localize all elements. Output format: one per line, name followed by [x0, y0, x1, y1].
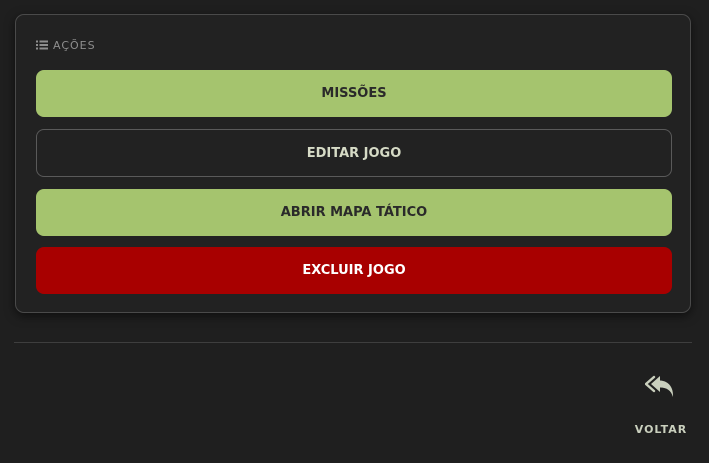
reply-all-icon: [645, 375, 674, 397]
missions-button[interactable]: MISSÕES: [36, 70, 672, 117]
edit-game-button[interactable]: EDITAR JOGO: [36, 129, 672, 177]
divider: [14, 342, 692, 343]
back-button-label: VOLTAR: [634, 423, 688, 436]
open-tactical-map-button[interactable]: ABRIR MAPA TÁTICO: [36, 189, 672, 236]
edit-game-button-label: EDITAR JOGO: [306, 145, 402, 161]
actions-card: AÇÕES MISSÕES EDITAR JOGO ABRIR MAPA TÁT…: [15, 14, 691, 313]
actions-section-title: AÇÕES: [36, 38, 96, 52]
missions-button-label: MISSÕES: [321, 86, 387, 101]
open-tactical-map-button-label: ABRIR MAPA TÁTICO: [280, 205, 428, 220]
delete-game-button[interactable]: EXCLUIR JOGO: [36, 247, 672, 294]
back-button[interactable]: VOLTAR: [629, 372, 693, 438]
actions-title-label: AÇÕES: [53, 38, 96, 52]
list-icon: [36, 40, 48, 50]
delete-game-button-label: EXCLUIR JOGO: [302, 263, 406, 278]
